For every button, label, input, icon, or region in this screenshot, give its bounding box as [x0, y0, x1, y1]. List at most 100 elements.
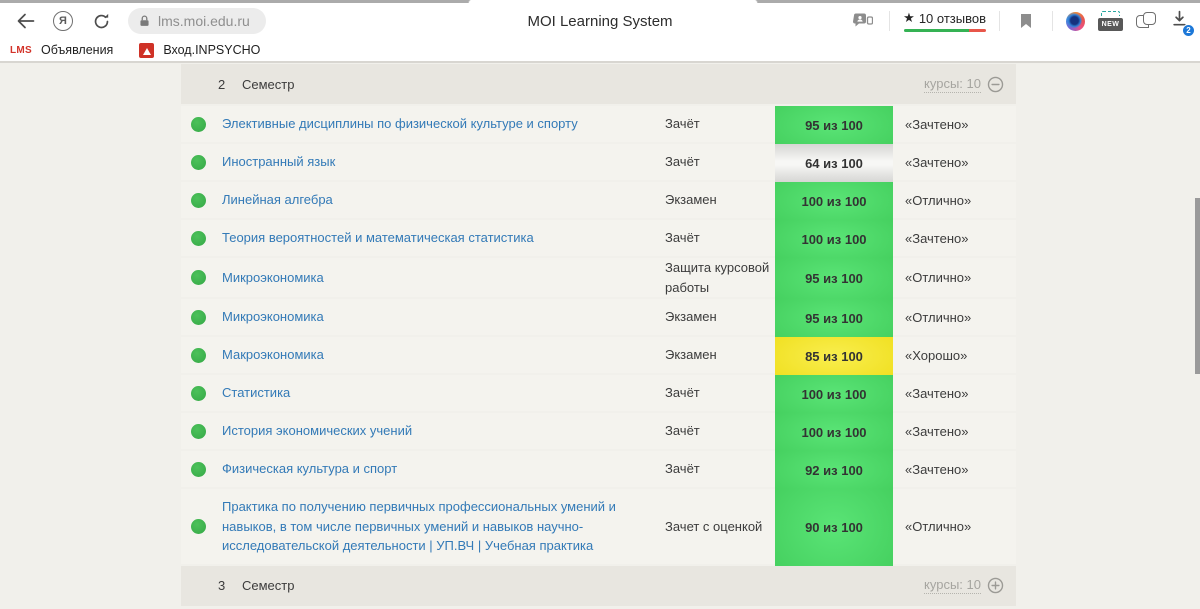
course-grade-row: Элективные дисциплины по физической куль…: [181, 106, 1016, 142]
yandex-services-button[interactable]: Я: [50, 8, 76, 34]
status-dot-icon: [191, 348, 206, 363]
score-cell: 92 из 100: [775, 451, 893, 489]
course-title-link[interactable]: Микроэкономика: [222, 260, 665, 296]
course-title-link[interactable]: Практика по получению первичных професси…: [222, 489, 665, 564]
score-cell: 90 из 100: [775, 489, 893, 566]
collections-extension-icon[interactable]: [1136, 12, 1158, 30]
course-status-cell: [181, 386, 222, 401]
bookmark-lms-announcements[interactable]: LMS Объявления: [10, 43, 113, 57]
courses-count-link[interactable]: курсы: 10: [924, 76, 981, 93]
score-cell: 100 из 100: [775, 220, 893, 258]
course-grade-row: Физическая культура и спорт Зачёт 92 из …: [181, 451, 1016, 487]
grade-value: «Отлично»: [893, 270, 1016, 285]
course-status-cell: [181, 117, 222, 132]
course-grade-row: Практика по получению первичных професси…: [181, 489, 1016, 564]
score-cell: 95 из 100: [775, 258, 893, 299]
assessment-type: Экзамен: [665, 345, 775, 365]
refresh-button[interactable]: [88, 8, 114, 34]
course-title-link[interactable]: Статистика: [222, 375, 665, 411]
back-button[interactable]: [12, 8, 38, 34]
score-cell: 95 из 100: [775, 299, 893, 337]
status-dot-icon: [191, 117, 206, 132]
course-title-link[interactable]: Микроэкономика: [222, 299, 665, 335]
assessment-type: Зачет с оценкой: [665, 517, 775, 537]
course-status-cell: [181, 155, 222, 170]
grade-value: «Зачтено»: [893, 117, 1016, 132]
course-grade-row: Линейная алгебра Экзамен 100 из 100 «Отл…: [181, 182, 1016, 218]
status-dot-icon: [191, 231, 206, 246]
new-extension-icon[interactable]: NEW: [1098, 11, 1123, 31]
chat-button[interactable]: [850, 8, 876, 34]
reviews-rating-bar: [904, 29, 986, 32]
score-cell: 64 из 100: [775, 144, 893, 182]
toolbar-right: ★ 10 отзывов NEW: [850, 8, 1188, 34]
lms-favicon: LMS: [10, 45, 32, 56]
course-status-cell: [181, 270, 222, 285]
course-grade-row: История экономических учений Зачёт 100 и…: [181, 413, 1016, 449]
star-icon: ★: [903, 10, 915, 26]
score-cell: 85 из 100: [775, 337, 893, 375]
course-title-link[interactable]: Макроэкономика: [222, 337, 665, 373]
assessment-type: Зачёт: [665, 152, 775, 172]
semester-section-header: 2 Семестр курсы: 10: [181, 64, 1016, 104]
bookmark-label: Объявления: [41, 43, 113, 57]
back-arrow-icon: [16, 13, 35, 29]
reviews-count-label: 10 отзывов: [919, 11, 986, 26]
new-icon-dashes: [1101, 11, 1120, 16]
vertical-scrollbar-thumb[interactable]: [1195, 198, 1200, 374]
inpsycho-favicon: [139, 43, 154, 58]
bookmark-page-button[interactable]: [1013, 8, 1039, 34]
grade-value: «Отлично»: [893, 193, 1016, 208]
status-dot-icon: [191, 462, 206, 477]
bookmarks-bar: LMS Объявления Вход.INPSYCHO: [0, 39, 1200, 61]
course-status-cell: [181, 231, 222, 246]
semester-courses-toggle[interactable]: курсы: 10: [924, 577, 1004, 594]
address-bar[interactable]: lms.moi.edu.ru: [128, 8, 266, 34]
course-grade-row: Теория вероятностей и математическая ста…: [181, 220, 1016, 256]
course-title-link[interactable]: Иностранный язык: [222, 144, 665, 180]
refresh-icon: [93, 13, 110, 30]
bookmark-label: Вход.INPSYCHO: [163, 43, 260, 57]
courses-count-link[interactable]: курсы: 10: [924, 577, 981, 594]
status-dot-icon: [191, 424, 206, 439]
assessment-type: Зачёт: [665, 228, 775, 248]
grade-value: «Хорошо»: [893, 348, 1016, 363]
semester-number: 3: [218, 578, 242, 593]
course-status-cell: [181, 193, 222, 208]
grade-value: «Зачтено»: [893, 462, 1016, 477]
browser-toolbar: Я lms.moi.edu.ru MOI Learning System ★: [0, 3, 1200, 39]
course-title-link[interactable]: Линейная алгебра: [222, 182, 665, 218]
score-cell: 95 из 100: [775, 106, 893, 144]
browser-extension-icon[interactable]: [1066, 12, 1085, 31]
yandex-icon: Я: [53, 11, 73, 31]
rating-bar-negative: [969, 29, 985, 32]
course-status-cell: [181, 519, 222, 534]
semester-title: Семестр: [242, 77, 294, 92]
chat-icon: [853, 13, 873, 30]
collapse-section-icon[interactable]: [987, 76, 1004, 93]
assessment-type: Зачёт: [665, 114, 775, 134]
course-title-link[interactable]: Физическая культура и спорт: [222, 451, 665, 487]
grade-value: «Зачтено»: [893, 424, 1016, 439]
status-dot-icon: [191, 155, 206, 170]
assessment-type: Зачёт: [665, 383, 775, 403]
course-title-link[interactable]: Элективные дисциплины по физической куль…: [222, 106, 665, 142]
downloads-button[interactable]: 2: [1171, 10, 1188, 32]
bookmark-inpsycho-login[interactable]: Вход.INPSYCHO: [139, 43, 260, 58]
course-grade-row: Макроэкономика Экзамен 85 из 100 «Хорошо…: [181, 337, 1016, 373]
site-reviews[interactable]: ★ 10 отзывов: [903, 10, 986, 32]
assessment-type: Экзамен: [665, 307, 775, 327]
assessment-type: Экзамен: [665, 190, 775, 210]
semester-courses-toggle[interactable]: курсы: 10: [924, 76, 1004, 93]
grade-value: «Зачтено»: [893, 386, 1016, 401]
status-dot-icon: [191, 193, 206, 208]
grade-value: «Отлично»: [893, 519, 1016, 534]
expand-section-icon[interactable]: [987, 577, 1004, 594]
score-cell: 100 из 100: [775, 375, 893, 413]
lock-icon: [138, 14, 151, 28]
course-status-cell: [181, 348, 222, 363]
toolbar-separator: [889, 11, 890, 31]
course-title-link[interactable]: История экономических учений: [222, 413, 665, 449]
score-cell: 100 из 100: [775, 413, 893, 451]
course-title-link[interactable]: Теория вероятностей и математическая ста…: [222, 220, 665, 256]
